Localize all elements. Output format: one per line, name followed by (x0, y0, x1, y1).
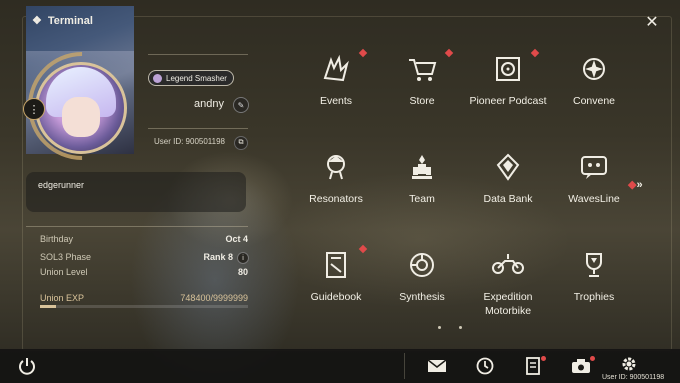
menu-label: WavesLine (568, 193, 620, 205)
union-exp-bar (40, 305, 248, 308)
resonator-icon (319, 150, 353, 184)
menu-expedition-motorbike[interactable]: Expedition Motorbike (468, 240, 548, 326)
title-badge-label: Legend Smasher (166, 73, 227, 83)
power-icon[interactable] (16, 356, 38, 376)
menu-label: Team (409, 193, 435, 205)
signature-box[interactable]: edgerunner (26, 172, 246, 212)
menu-wavesline[interactable]: WavesLine (554, 142, 634, 228)
cart-icon (405, 52, 439, 86)
guidebook-icon (319, 248, 353, 282)
page-indicator (438, 326, 462, 329)
close-icon[interactable]: ✕ (642, 12, 662, 32)
stat-value-union-level: 80 (237, 267, 248, 277)
menu-events[interactable]: Events (296, 44, 376, 130)
signature-text: edgerunner (38, 180, 85, 190)
chat-icon (577, 150, 611, 184)
stat-label-birthday: Birthday (40, 234, 74, 244)
menu-label: Events (319, 95, 353, 107)
copy-id-icon[interactable]: ⧉ (234, 136, 248, 150)
footer-user-id: User ID: 900501198 (602, 374, 665, 381)
player-name: andny (194, 98, 224, 110)
divider (148, 54, 248, 55)
trophy-icon (577, 248, 611, 282)
notification-dot (541, 356, 546, 361)
podcast-icon (491, 52, 525, 86)
more-options-icon[interactable]: ⋮ (23, 98, 45, 120)
union-exp-fill (40, 305, 56, 308)
notification-dot (590, 356, 595, 361)
edit-name-icon[interactable]: ✎ (233, 97, 249, 113)
menu-label: Data Bank (483, 193, 533, 205)
settings-gear-icon[interactable] (618, 354, 640, 374)
notification-badge (358, 244, 368, 254)
team-icon (405, 150, 439, 184)
menu-label: Pioneer Podcast (469, 95, 547, 107)
camera-icon[interactable] (570, 356, 592, 376)
window-title-text: Terminal (47, 14, 93, 27)
stat-label-union-exp: Union EXP (40, 293, 85, 303)
mail-icon[interactable] (426, 356, 448, 376)
convene-icon (577, 52, 611, 86)
notification-badge (358, 48, 368, 58)
menu-guidebook[interactable]: Guidebook (296, 240, 376, 326)
menu-trophies[interactable]: Trophies (554, 240, 634, 326)
menu-grid: Events Store Pioneer Podcast Convene Res… (296, 44, 648, 334)
databank-icon (491, 150, 525, 184)
menu-label: Guidebook (310, 291, 362, 303)
stat-label-phase: SOL3 Phase (40, 252, 92, 262)
menu-synthesis[interactable]: Synthesis (382, 240, 462, 326)
menu-label: Store (409, 95, 435, 107)
title-badge[interactable]: Legend Smasher (148, 70, 234, 86)
terminal-icon: ❖ (32, 15, 42, 27)
next-page-arrow-icon[interactable]: ◆» (628, 178, 643, 191)
divider (404, 353, 405, 379)
menu-label: Expedition Motorbike (483, 291, 533, 317)
menu-label: Synthesis (399, 291, 445, 303)
menu-store[interactable]: Store (382, 44, 462, 130)
divider (148, 128, 248, 129)
divider (26, 226, 248, 227)
synthesis-icon (405, 248, 439, 282)
notification-badge (444, 48, 454, 58)
user-id: User ID: 900501198 (154, 137, 226, 146)
clock-icon[interactable] (474, 356, 496, 376)
avatar[interactable] (35, 62, 127, 154)
info-icon[interactable]: i (237, 252, 249, 264)
stat-value-phase: Rank 8 (203, 252, 233, 262)
badge-emblem-icon (153, 73, 162, 83)
events-icon (319, 52, 353, 86)
motorbike-icon (491, 248, 525, 282)
menu-label: Resonators (309, 193, 363, 205)
window-title: ❖ Terminal (32, 14, 93, 28)
menu-label: Trophies (573, 291, 615, 303)
stat-value-birthday: Oct 4 (225, 234, 248, 244)
menu-pioneer-podcast[interactable]: Pioneer Podcast (468, 44, 548, 130)
menu-label: Convene (572, 95, 616, 107)
menu-convene[interactable]: Convene (554, 44, 634, 130)
menu-data-bank[interactable]: Data Bank (468, 142, 548, 228)
stat-value-union-exp: 748400/9999999 (180, 293, 248, 303)
menu-team[interactable]: Team (382, 142, 462, 228)
stat-label-union-level: Union Level (40, 267, 88, 277)
notification-badge (530, 48, 540, 58)
menu-resonators[interactable]: Resonators (296, 142, 376, 228)
